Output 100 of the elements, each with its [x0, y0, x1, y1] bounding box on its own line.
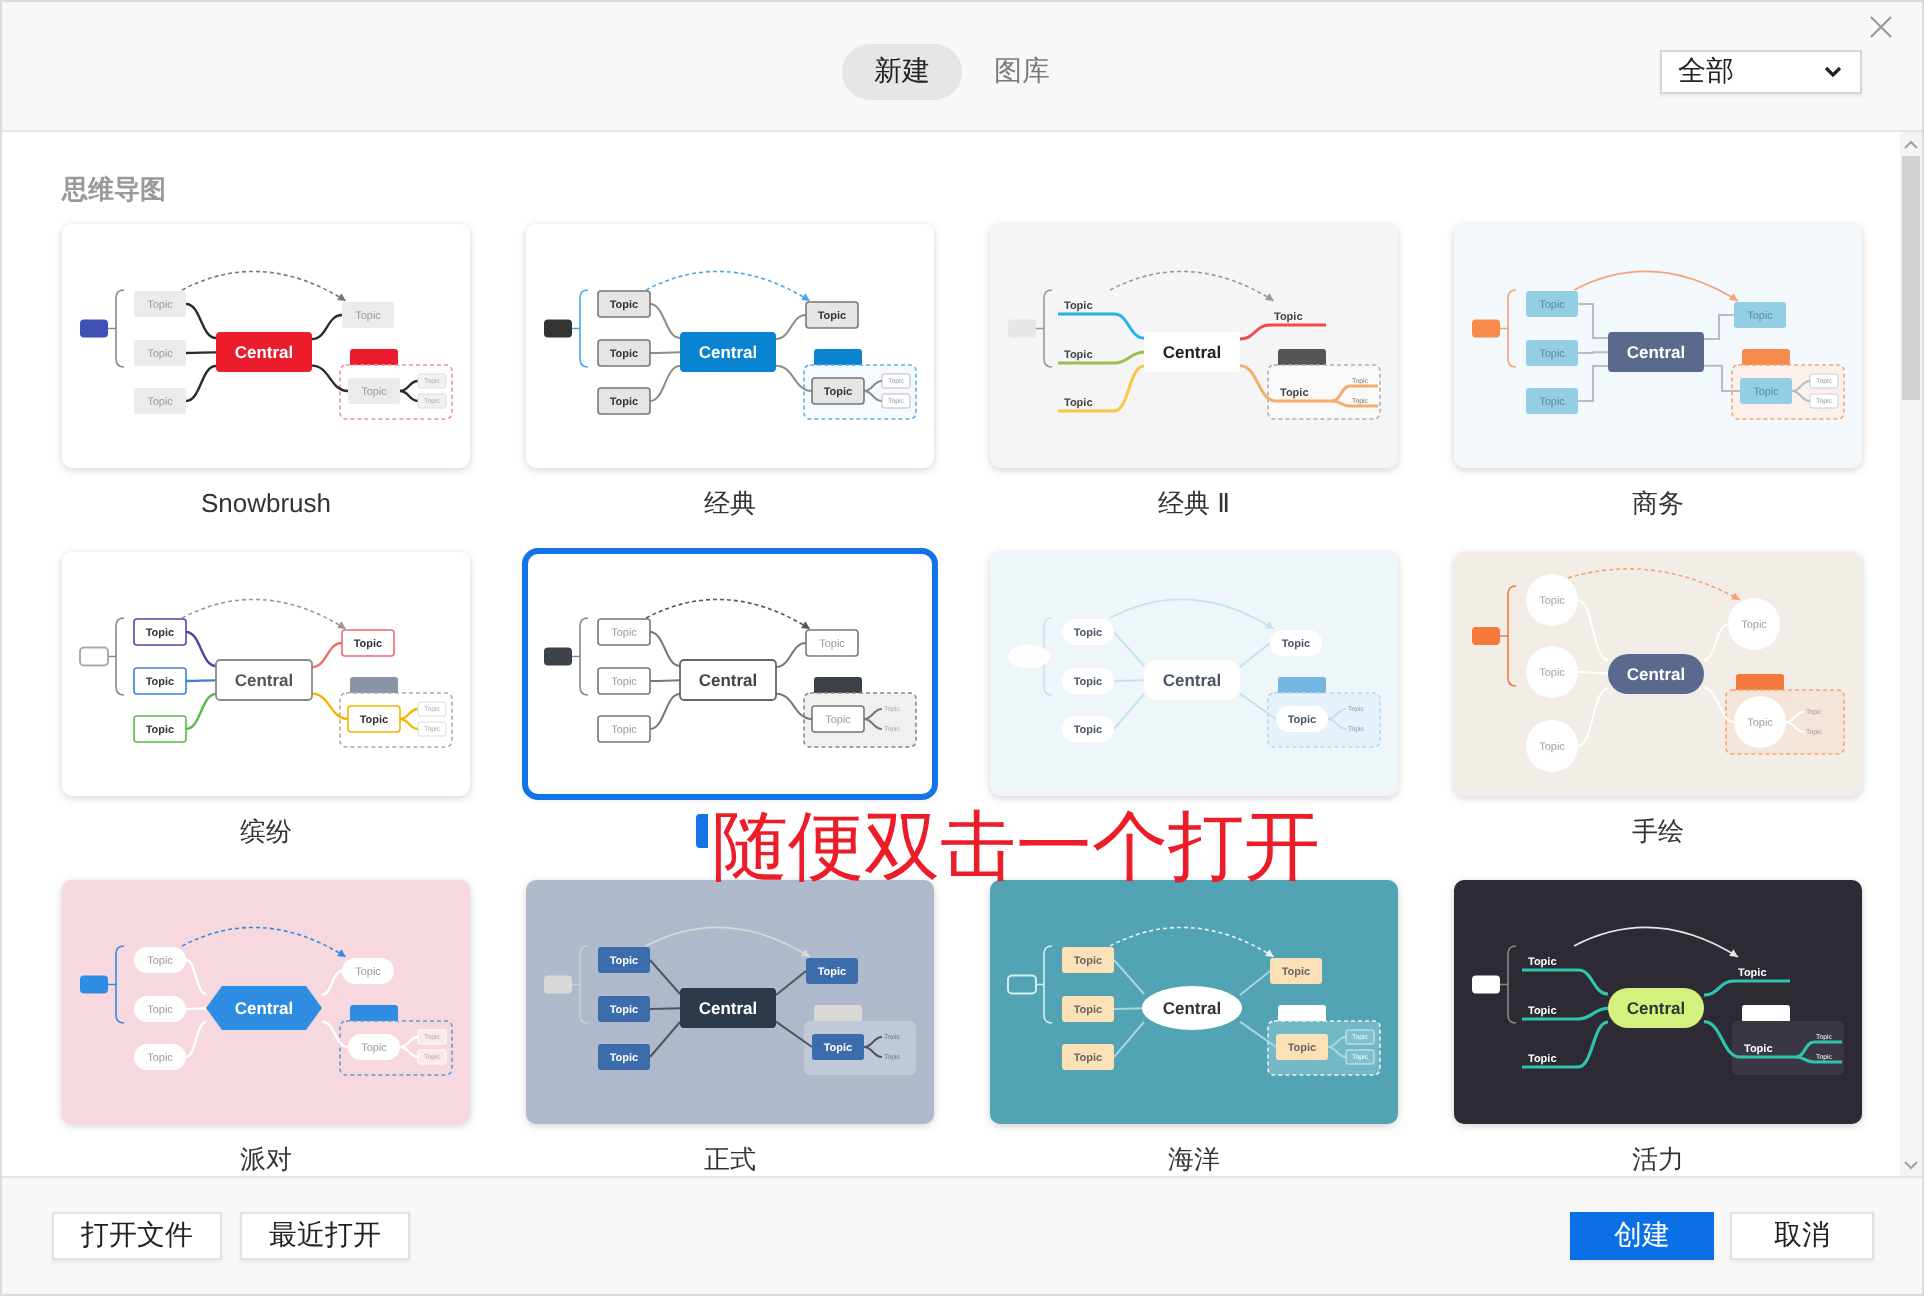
branch-line — [1239, 970, 1271, 997]
branch-line — [649, 693, 681, 730]
branch-line — [649, 365, 681, 402]
summary-node — [1008, 319, 1036, 338]
summary-bracket — [1035, 289, 1053, 368]
branch-line — [649, 631, 681, 667]
branch-line — [775, 314, 807, 341]
branch-line — [1577, 599, 1609, 661]
branch-line — [649, 679, 681, 682]
branch-line — [1239, 1020, 1277, 1048]
label-badge — [696, 814, 708, 848]
branch-line — [1113, 631, 1145, 667]
branch-line — [1577, 351, 1609, 354]
summary-node — [544, 647, 572, 666]
branch-line — [649, 1021, 681, 1058]
tab[interactable]: 图库 — [962, 44, 1082, 100]
central-topic: Central — [1608, 332, 1704, 372]
primary-button[interactable]: 创建 — [1570, 1212, 1714, 1260]
branch-line — [1522, 968, 1609, 996]
branch-line — [649, 351, 681, 354]
branch-line — [321, 1020, 349, 1049]
summary-bracket — [571, 289, 589, 368]
summary-bracket — [1499, 585, 1517, 687]
summary-node — [80, 975, 108, 994]
summary-bracket — [107, 617, 125, 696]
branch-line — [1577, 303, 1609, 339]
branch-line — [775, 1020, 813, 1048]
branch-line — [185, 1020, 207, 1059]
branch-line — [1239, 642, 1271, 669]
template-label: 正式 — [702, 1142, 758, 1176]
branch-line — [1058, 312, 1145, 340]
summary-node — [544, 975, 572, 994]
branch-line — [775, 364, 813, 392]
filter-dropdown[interactable]: 全部 — [1660, 50, 1862, 94]
central-topic: Central — [679, 659, 777, 701]
template-label: 缤纷 — [238, 814, 294, 848]
tab[interactable]: 新建 — [842, 44, 962, 100]
chevron-down-icon — [1824, 66, 1842, 78]
summary-node — [1472, 319, 1500, 338]
branch-line — [311, 364, 349, 393]
branch-line — [1239, 323, 1326, 341]
footer-button[interactable]: 打开文件 — [52, 1212, 222, 1260]
close-icon[interactable] — [1870, 16, 1892, 38]
branch-line — [1239, 692, 1277, 720]
template-label: 派对 — [238, 1142, 294, 1176]
branch-line — [185, 692, 217, 731]
branch-line — [186, 1007, 206, 1011]
branch-line — [1703, 979, 1790, 997]
central-topic: Central — [680, 332, 776, 372]
summary-bracket — [1499, 945, 1517, 1024]
branch-line — [775, 692, 813, 720]
summary-bracket — [571, 945, 589, 1024]
branch-line — [649, 959, 681, 995]
branch-line — [1113, 959, 1145, 995]
boundary-frame — [1267, 364, 1381, 420]
scroll-up-icon[interactable] — [1900, 136, 1922, 154]
template-label: 活力 — [1630, 1142, 1686, 1176]
summary-bracket — [571, 617, 589, 696]
scroll-down-icon[interactable] — [1900, 1156, 1922, 1174]
template-label: 经典 — [702, 486, 758, 520]
branch-line — [1703, 364, 1741, 392]
template-label: Snowbrush — [198, 486, 334, 520]
footer-button[interactable]: 最近打开 — [240, 1212, 410, 1260]
summary-node — [1008, 644, 1050, 669]
branch-line — [186, 679, 216, 683]
branch-line — [185, 302, 217, 340]
central-topic: Central — [215, 659, 313, 701]
branch-line — [185, 630, 217, 668]
summary-node — [80, 319, 108, 338]
branch-line — [1113, 679, 1145, 682]
central-topic: Central — [1144, 660, 1240, 700]
branch-line — [1703, 314, 1735, 341]
summary-node — [1472, 975, 1500, 994]
branch-line — [311, 313, 343, 341]
central-topic: Central — [1608, 654, 1704, 694]
branch-line — [1577, 687, 1609, 747]
branch-line — [649, 303, 681, 339]
template-label: 海洋 — [1166, 1142, 1222, 1176]
branch-line — [311, 641, 343, 669]
annotation-text: 随便双击一个打开 — [712, 810, 1320, 886]
branch-line — [185, 364, 217, 403]
summary-bracket — [1035, 945, 1053, 1024]
branch-line — [1113, 1007, 1145, 1010]
section-title: 思维导图 — [62, 174, 168, 206]
branch-line — [186, 351, 216, 355]
summary-node — [1472, 627, 1500, 645]
branch-line — [185, 958, 207, 996]
branch-line — [311, 692, 349, 721]
central-topic: Central — [206, 986, 322, 1030]
branch-line — [1577, 365, 1609, 402]
summary-node — [544, 319, 572, 338]
secondary-button[interactable]: 取消 — [1730, 1212, 1874, 1260]
central-topic: Central — [216, 332, 312, 372]
branch-line — [649, 1007, 681, 1010]
central-topic: Central — [680, 988, 776, 1028]
central-topic: Central — [1144, 332, 1240, 372]
central-topic: Central — [1608, 988, 1704, 1028]
boundary-frame — [1732, 1021, 1844, 1075]
central-topic: Central — [1142, 986, 1242, 1030]
scrollbar-thumb[interactable] — [1902, 156, 1920, 400]
